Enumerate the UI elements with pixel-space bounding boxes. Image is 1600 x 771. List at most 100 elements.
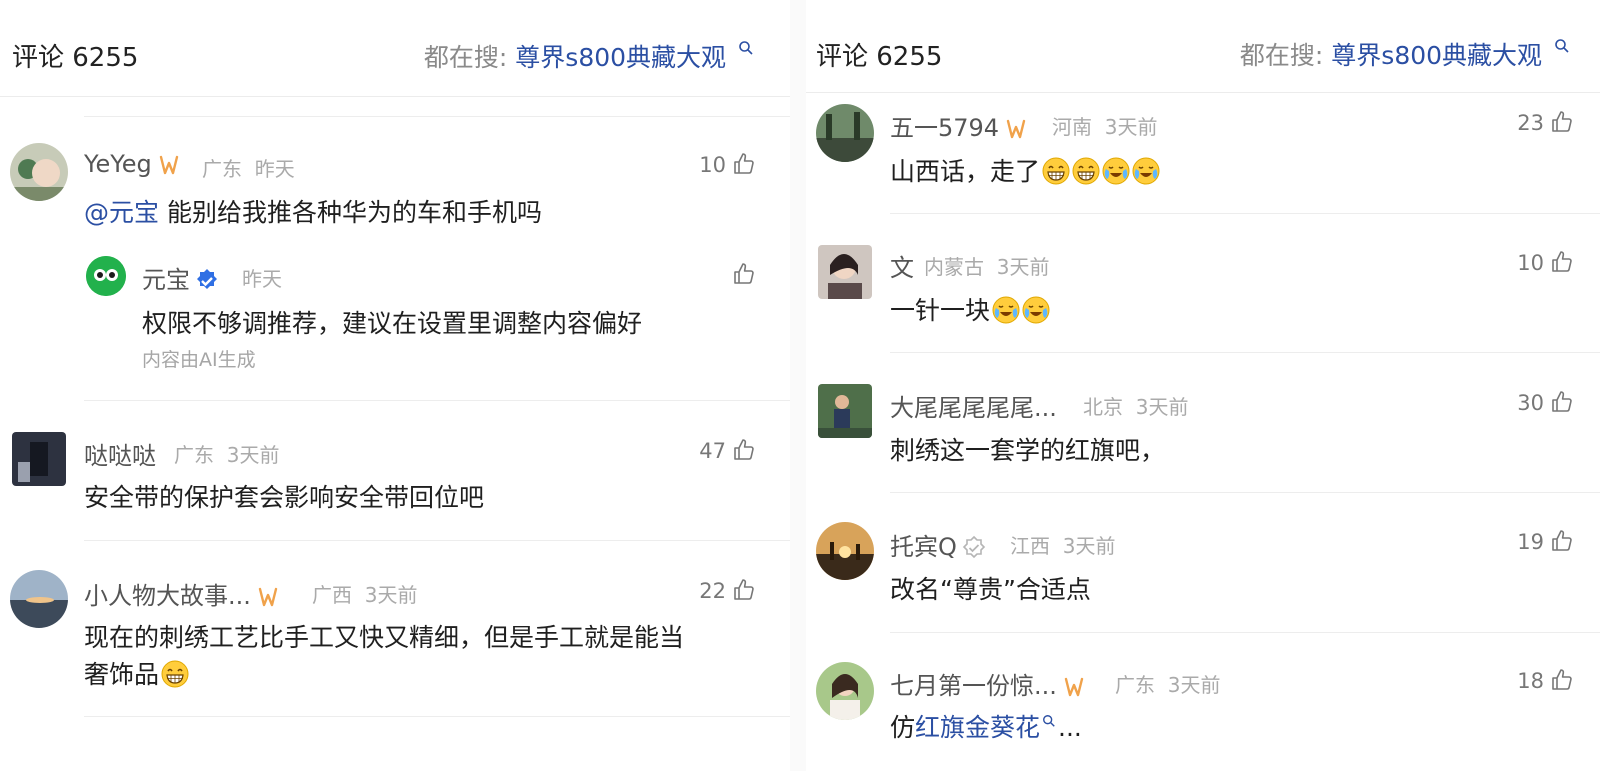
search-icon[interactable] bbox=[1042, 714, 1056, 728]
username-text: YeYeg bbox=[84, 150, 152, 178]
fan-badge-icon bbox=[1061, 675, 1087, 699]
right-comment-panel: 评论 6255 都在搜: 尊界s800典藏大观 五一5794 河南 3天前 23… bbox=[806, 0, 1600, 771]
timestamp: 3天前 bbox=[364, 583, 418, 607]
username[interactable]: 七月第一份惊... bbox=[890, 666, 1091, 701]
cry-laugh-emoji-icon bbox=[1102, 157, 1130, 185]
comment-text-line-2: 奢饰品 bbox=[84, 655, 189, 691]
trending-search[interactable]: 都在搜: 尊界s800典藏大观 bbox=[1240, 36, 1570, 72]
thumbs-up-icon bbox=[732, 152, 756, 176]
comment-meta: 河南 3天前 bbox=[1052, 111, 1157, 140]
thumbs-up-icon bbox=[1550, 529, 1574, 553]
like-count: 47 bbox=[699, 439, 726, 463]
reply-timestamp: 昨天 bbox=[242, 267, 282, 291]
like-count: 23 bbox=[1517, 111, 1544, 135]
region: 江西 bbox=[1010, 534, 1050, 558]
reply-text: 权限不够调推荐，建议在设置里调整内容偏好 bbox=[142, 309, 643, 338]
divider bbox=[84, 716, 790, 717]
comment-text-line-1: 现在的刺绣工艺比手工又快又精细，但是手工就是能当 bbox=[84, 623, 685, 652]
username[interactable]: 大尾尾尾尾尾... bbox=[890, 388, 1057, 423]
like-button[interactable]: 23 bbox=[1517, 110, 1574, 135]
timestamp: 3天前 bbox=[1104, 115, 1158, 139]
comment-meta: 内蒙古 3天前 bbox=[924, 251, 1049, 280]
divider bbox=[890, 213, 1600, 214]
trending-search-label: 都在搜: bbox=[1239, 41, 1324, 70]
avatar[interactable] bbox=[816, 662, 874, 720]
thumbs-up-icon bbox=[732, 438, 756, 462]
username[interactable]: 五一5794 bbox=[890, 108, 1033, 143]
comment-meta: 北京 3天前 bbox=[1083, 391, 1188, 420]
comment-text: 仿红旗金葵花... bbox=[890, 708, 1082, 744]
ellipsis: ... bbox=[1058, 713, 1082, 742]
comment-text: 刺绣这一套学的红旗吧， bbox=[890, 436, 1166, 465]
divider bbox=[84, 540, 790, 541]
username[interactable]: 托宾Q bbox=[890, 527, 991, 562]
thumbs-up-icon bbox=[1550, 250, 1574, 274]
region: 广东 bbox=[1115, 673, 1155, 697]
region: 内蒙古 bbox=[924, 255, 984, 279]
comment-meta: 江西 3天前 bbox=[1010, 530, 1115, 559]
like-count: 18 bbox=[1517, 669, 1544, 693]
timestamp: 3天前 bbox=[1135, 395, 1189, 419]
divider bbox=[84, 400, 790, 401]
thumbs-up-icon bbox=[1550, 390, 1574, 414]
avatar[interactable] bbox=[816, 522, 874, 580]
username[interactable]: 文 bbox=[890, 248, 914, 283]
search-icon[interactable] bbox=[1554, 38, 1570, 54]
avatar[interactable] bbox=[10, 570, 68, 628]
avatar[interactable] bbox=[818, 384, 872, 438]
timestamp: 3天前 bbox=[996, 255, 1050, 279]
username-text: 七月第一份惊... bbox=[890, 672, 1057, 700]
comment-text: 山西话，走了 bbox=[890, 152, 1160, 188]
mention-link[interactable]: @元宝 bbox=[84, 198, 159, 227]
region: 广西 bbox=[312, 583, 352, 607]
comment-meta: 广东 昨天 bbox=[202, 153, 295, 182]
timestamp: 3天前 bbox=[1167, 673, 1221, 697]
avatar[interactable] bbox=[10, 143, 68, 201]
divider bbox=[84, 116, 790, 117]
divider bbox=[890, 352, 1600, 353]
grin-emoji-icon bbox=[1042, 157, 1070, 185]
thumbs-up-icon bbox=[1550, 110, 1574, 134]
region: 广东 bbox=[174, 443, 214, 467]
like-button[interactable]: 10 bbox=[699, 152, 756, 177]
like-count: 22 bbox=[699, 579, 726, 603]
avatar[interactable] bbox=[12, 432, 66, 486]
comment-text: @元宝 能别给我推各种华为的车和手机吗 bbox=[84, 193, 542, 229]
thumbs-up-icon bbox=[1550, 668, 1574, 692]
comment-body: 仿 bbox=[890, 713, 916, 742]
avatar[interactable] bbox=[818, 245, 872, 299]
comments-header: 评论 6255 都在搜: 尊界s800典藏大观 bbox=[806, 0, 1600, 92]
ai-avatar[interactable] bbox=[86, 256, 126, 296]
like-button[interactable]: 18 bbox=[1517, 668, 1574, 693]
like-count: 19 bbox=[1517, 530, 1544, 554]
comment-text: 安全带的保护套会影响安全带回位吧 bbox=[84, 483, 485, 512]
like-button[interactable]: 19 bbox=[1517, 529, 1574, 554]
verified-outline-icon bbox=[962, 535, 986, 559]
like-button[interactable]: 47 bbox=[699, 438, 756, 463]
username[interactable]: YeYeg bbox=[84, 150, 186, 178]
like-button[interactable]: 30 bbox=[1517, 390, 1574, 415]
reply-username[interactable]: 元宝 bbox=[142, 260, 224, 295]
reply-like-button[interactable] bbox=[726, 262, 756, 287]
username[interactable]: 小人物大故事... bbox=[84, 576, 285, 611]
cry-laugh-emoji-icon bbox=[992, 296, 1020, 324]
comment-text: 改名“尊贵”合适点 bbox=[890, 575, 1091, 604]
username-text: 小人物大故事... bbox=[84, 582, 251, 610]
thumbs-up-icon bbox=[732, 578, 756, 602]
timestamp: 3天前 bbox=[226, 443, 280, 467]
username[interactable]: 哒哒哒 bbox=[84, 436, 156, 471]
timestamp: 昨天 bbox=[254, 157, 295, 181]
like-button[interactable]: 22 bbox=[699, 578, 756, 603]
fan-badge-icon bbox=[255, 585, 281, 609]
like-button[interactable]: 10 bbox=[1517, 250, 1574, 275]
thumbs-up-icon bbox=[732, 262, 756, 286]
search-keyword-link[interactable]: 红旗金葵花 bbox=[915, 713, 1040, 742]
trending-search-term[interactable]: 尊界s800典藏大观 bbox=[1331, 41, 1542, 70]
grin-emoji-icon bbox=[161, 660, 189, 688]
fan-badge-icon bbox=[156, 153, 182, 177]
comment-body: 能别给我推各种华为的车和手机吗 bbox=[166, 198, 542, 227]
comment-meta: 广东 3天前 bbox=[1115, 669, 1220, 698]
like-count: 10 bbox=[1517, 251, 1544, 275]
avatar[interactable] bbox=[816, 104, 874, 162]
divider bbox=[890, 632, 1600, 633]
